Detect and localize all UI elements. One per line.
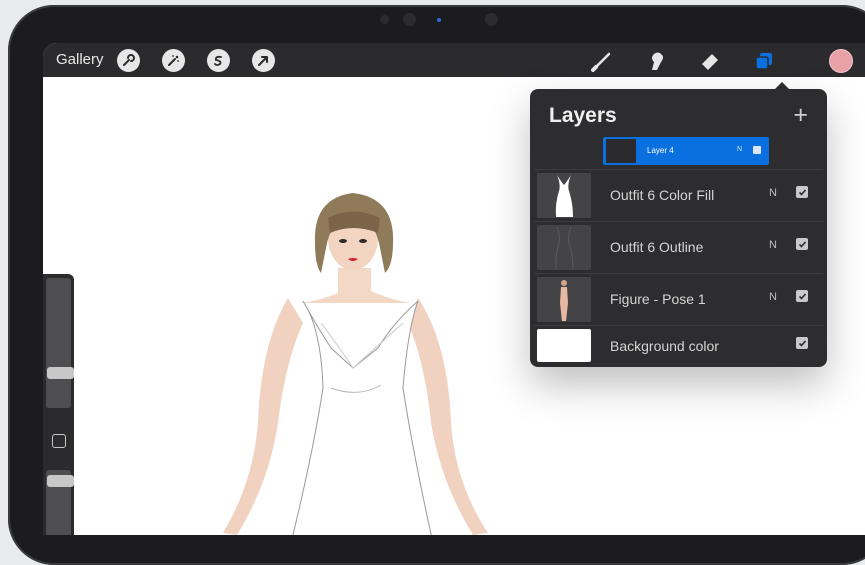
layer-name: Layer 4 (647, 146, 674, 155)
smudge-icon[interactable] (644, 48, 670, 74)
layer-name: Outfit 6 Color Fill (610, 187, 715, 203)
layer-row[interactable]: Figure - Pose 1 N (534, 273, 823, 326)
sensor (485, 13, 498, 26)
layer-thumbnail (537, 173, 591, 218)
layers-panel-title: Layers (549, 104, 617, 127)
blend-mode[interactable]: N (769, 187, 777, 199)
add-layer-button[interactable]: + (793, 101, 808, 130)
color-picker-button[interactable] (829, 49, 853, 73)
magic-wand-icon[interactable] (162, 49, 185, 72)
selection-icon[interactable] (207, 49, 230, 72)
visibility-checkbox[interactable] (796, 290, 808, 302)
eraser-icon[interactable] (697, 48, 723, 74)
layer-row[interactable]: Outfit 6 Color Fill N (534, 169, 823, 222)
layers-icon[interactable] (751, 48, 777, 74)
layer-thumbnail (606, 139, 636, 163)
background-layer-row[interactable]: Background color (534, 325, 823, 368)
wrench-icon[interactable] (117, 49, 140, 72)
blend-mode[interactable]: N (737, 146, 742, 153)
layer-thumbnail (537, 277, 591, 322)
blend-mode[interactable]: N (769, 239, 777, 251)
layer-name: Outfit 6 Outline (610, 239, 704, 255)
gallery-button[interactable]: Gallery (56, 51, 104, 68)
blend-mode[interactable]: N (769, 291, 777, 303)
brush-size-handle[interactable] (47, 367, 74, 379)
canvas-screen[interactable]: Gallery Layers + Layer 4 N Outfit 6 Colo… (43, 43, 865, 535)
fashion-figure-artwork (223, 193, 488, 535)
front-camera (403, 13, 416, 26)
visibility-checkbox[interactable] (796, 238, 808, 250)
layer-name: Background color (610, 338, 719, 354)
layer-thumbnail (537, 225, 591, 270)
layers-panel: Layers + Layer 4 N Outfit 6 Color Fill N… (530, 89, 827, 367)
sensor (380, 15, 389, 24)
opacity-handle[interactable] (47, 475, 74, 487)
layer-name: Figure - Pose 1 (610, 291, 706, 307)
brush-icon[interactable] (589, 48, 615, 74)
modify-button[interactable] (52, 434, 66, 448)
visibility-checkbox[interactable] (753, 146, 761, 154)
dragging-layer-item[interactable]: Layer 4 N (603, 137, 769, 165)
sensor-indicator (437, 18, 441, 22)
visibility-checkbox[interactable] (796, 337, 808, 349)
top-toolbar: Gallery (43, 43, 865, 77)
layer-thumbnail (537, 329, 591, 362)
visibility-checkbox[interactable] (796, 186, 808, 198)
brush-slider-bar (43, 274, 74, 535)
transform-arrow-icon[interactable] (252, 49, 275, 72)
layer-row[interactable]: Outfit 6 Outline N (534, 221, 823, 274)
brush-size-slider[interactable] (46, 278, 71, 408)
